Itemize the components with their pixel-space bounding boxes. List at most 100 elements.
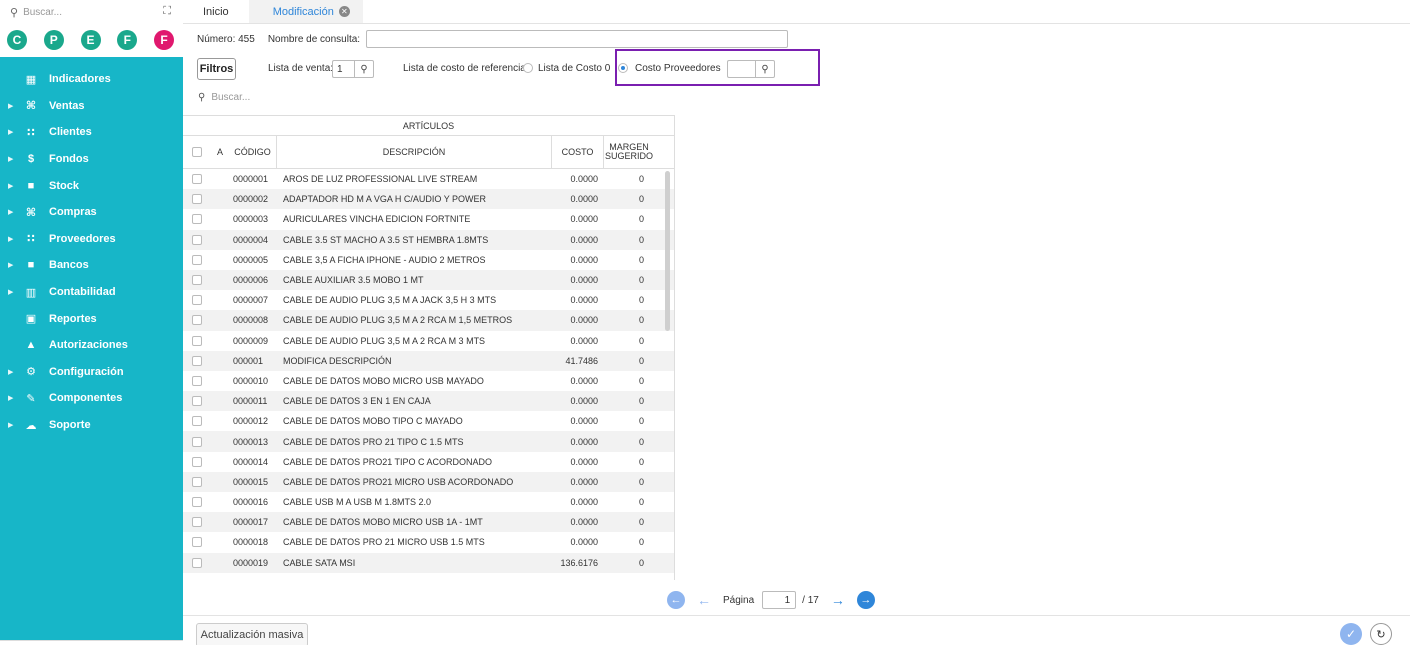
row-checkbox[interactable] bbox=[192, 416, 202, 427]
actualizacion-masiva-button[interactable]: Actualización masiva bbox=[196, 623, 308, 645]
sidebar-item-clientes[interactable]: ▶ ∷ Clientes bbox=[0, 119, 183, 146]
first-page-button[interactable]: ← bbox=[667, 591, 685, 609]
table-row[interactable]: 0000002 ADAPTADOR HD M A VGA H C/AUDIO Y … bbox=[183, 189, 674, 210]
table-row[interactable]: 0000009 CABLE DE AUDIO PLUG 3,5 M A 2 RCA… bbox=[183, 331, 674, 351]
row-checkbox[interactable] bbox=[192, 295, 202, 306]
table-row[interactable]: 0000005 CABLE 3,5 A FICHA IPHONE - AUDIO … bbox=[183, 250, 674, 270]
table-row[interactable]: 0000008 CABLE DE AUDIO PLUG 3,5 M A 2 RCA… bbox=[183, 310, 674, 331]
row-checkbox[interactable] bbox=[192, 315, 202, 326]
row-checkbox-cell[interactable] bbox=[183, 331, 211, 351]
refresh-button[interactable]: ↻ bbox=[1370, 623, 1392, 645]
avatar-2[interactable]: E bbox=[80, 30, 101, 50]
next-page-button[interactable]: → bbox=[831, 592, 845, 608]
last-page-button[interactable]: → bbox=[856, 591, 875, 609]
row-checkbox[interactable] bbox=[192, 355, 202, 366]
close-tab-icon[interactable]: ✕ bbox=[338, 6, 350, 17]
sidebar-item-bancos[interactable]: ▶ ■ Bancos bbox=[0, 252, 183, 279]
avatar-1[interactable]: P bbox=[43, 30, 64, 50]
table-row[interactable]: 0000007 CABLE DE AUDIO PLUG 3,5 M A JACK … bbox=[183, 290, 674, 310]
select-all-checkbox[interactable] bbox=[192, 147, 202, 157]
row-checkbox-cell[interactable] bbox=[183, 351, 211, 371]
row-checkbox[interactable] bbox=[192, 497, 202, 508]
sidebar-item-contabilidad[interactable]: ▶ ▥ Contabilidad bbox=[0, 279, 183, 306]
col-codigo[interactable]: CÓDIGO bbox=[229, 136, 277, 168]
row-checkbox[interactable] bbox=[192, 456, 202, 467]
row-checkbox[interactable] bbox=[192, 214, 202, 225]
table-row[interactable]: 0000012 CABLE DE DATOS MOBO TIPO C MAYADO… bbox=[183, 411, 674, 431]
avatar-3[interactable]: F bbox=[117, 30, 138, 50]
sidebar-item-configuracin[interactable]: ▶ ⚙ Configuración bbox=[0, 359, 183, 386]
lista-venta-search-button[interactable]: ⚲ bbox=[354, 60, 374, 78]
sidebar-search[interactable]: ⚲ Buscar... ⛶ bbox=[0, 0, 183, 24]
table-row[interactable]: 0000001 AROS DE LUZ PROFESSIONAL LIVE STR… bbox=[183, 169, 674, 189]
row-checkbox[interactable] bbox=[192, 254, 202, 265]
tab-inicio[interactable]: Inicio bbox=[183, 0, 249, 23]
table-row[interactable]: 0000018 CABLE DE DATOS PRO 21 MICRO USB 1… bbox=[183, 532, 674, 552]
table-search-placeholder[interactable]: Buscar... bbox=[211, 92, 250, 103]
row-checkbox[interactable] bbox=[192, 396, 202, 407]
row-checkbox-cell[interactable] bbox=[183, 532, 211, 552]
table-row[interactable]: 0000017 CABLE DE DATOS MOBO MICRO USB 1A … bbox=[183, 512, 674, 533]
row-checkbox[interactable] bbox=[192, 537, 202, 548]
table-row[interactable]: 0000013 CABLE DE DATOS PRO 21 TIPO C 1.5 … bbox=[183, 431, 674, 452]
table-row[interactable]: 0000016 CABLE USB M A USB M 1.8MTS 2.0 0.0… bbox=[183, 492, 674, 512]
sidebar-search-placeholder[interactable]: Buscar... bbox=[23, 7, 62, 18]
row-checkbox[interactable] bbox=[192, 557, 202, 568]
table-row[interactable]: 0000011 CABLE DE DATOS 3 EN 1 EN CAJA 0.00… bbox=[183, 391, 674, 412]
row-checkbox-cell[interactable] bbox=[183, 431, 211, 451]
table-row[interactable]: 0000010 CABLE DE DATOS MOBO MICRO USB MAY… bbox=[183, 371, 674, 391]
lista-venta-input[interactable]: 1 bbox=[332, 60, 354, 78]
col-a[interactable]: A bbox=[211, 136, 229, 168]
page-input[interactable]: 1 bbox=[762, 591, 797, 609]
row-checkbox[interactable] bbox=[192, 375, 202, 386]
row-checkbox[interactable] bbox=[192, 517, 202, 528]
row-checkbox-cell[interactable] bbox=[183, 250, 211, 270]
row-checkbox-cell[interactable] bbox=[183, 310, 211, 330]
row-checkbox[interactable] bbox=[192, 436, 202, 447]
row-checkbox-cell[interactable] bbox=[183, 411, 211, 431]
nombre-consulta-input[interactable] bbox=[366, 30, 789, 48]
avatar-0[interactable]: C bbox=[7, 30, 27, 50]
row-checkbox-cell[interactable] bbox=[183, 270, 211, 290]
tab-modificacion[interactable]: Modificación ✕ bbox=[248, 0, 363, 23]
row-checkbox-cell[interactable] bbox=[183, 452, 211, 472]
row-checkbox[interactable] bbox=[192, 234, 202, 245]
row-checkbox-cell[interactable] bbox=[183, 189, 211, 209]
row-checkbox-cell[interactable] bbox=[183, 230, 211, 250]
col-costo[interactable]: COSTO bbox=[552, 136, 604, 168]
row-checkbox[interactable] bbox=[192, 194, 202, 205]
sidebar-item-proveedores[interactable]: ▶ ∷ Proveedores bbox=[0, 226, 183, 253]
prev-page-button[interactable]: ← bbox=[697, 592, 711, 608]
radio-lista-costo-0[interactable] bbox=[523, 63, 533, 73]
row-checkbox-cell[interactable] bbox=[183, 290, 211, 310]
table-row[interactable]: 0000015 CABLE DE DATOS PRO21 MICRO USB AC… bbox=[183, 471, 674, 492]
sidebar-item-reportes[interactable]: ▣ Reportes bbox=[0, 305, 183, 332]
sidebar-item-fondos[interactable]: ▶ $ Fondos bbox=[0, 146, 183, 173]
table-row[interactable]: 0000006 CABLE AUXILIAR 3.5 MOBO 1 MT 0.000… bbox=[183, 269, 674, 291]
row-checkbox-cell[interactable] bbox=[183, 169, 211, 189]
sidebar-item-autorizaciones[interactable]: ▲ Autorizaciones bbox=[0, 332, 183, 359]
sidebar-item-compras[interactable]: ▶ ⌘ Compras bbox=[0, 199, 183, 226]
sidebar-item-componentes[interactable]: ▶ ✎ Componentes bbox=[0, 385, 183, 412]
sidebar-item-ventas[interactable]: ▶ ⌘ Ventas bbox=[0, 93, 183, 120]
table-row[interactable]: 0000014 CABLE DE DATOS PRO21 TIPO C ACORD… bbox=[183, 452, 674, 472]
row-checkbox-cell[interactable] bbox=[183, 391, 211, 411]
row-checkbox[interactable] bbox=[192, 476, 202, 487]
sidebar-item-stock[interactable]: ▶ ■ Stock bbox=[0, 172, 183, 199]
select-all-cell[interactable] bbox=[183, 136, 211, 168]
table-scrollbar[interactable] bbox=[665, 171, 670, 331]
col-descripcion[interactable]: DESCRIPCIÓN bbox=[277, 136, 552, 168]
row-checkbox[interactable] bbox=[192, 275, 202, 286]
expand-icon[interactable]: ⛶ bbox=[163, 5, 171, 18]
row-checkbox-cell[interactable] bbox=[183, 553, 211, 573]
table-row[interactable]: 000001 MODIFICA DESCRIPCIÓN 41.7486 0 bbox=[183, 350, 674, 371]
avatar-4[interactable]: F bbox=[154, 30, 174, 50]
row-checkbox-cell[interactable] bbox=[183, 209, 211, 229]
row-checkbox[interactable] bbox=[192, 335, 202, 346]
row-checkbox-cell[interactable] bbox=[183, 512, 211, 532]
sidebar-item-soporte[interactable]: ▶ ☁ Soporte bbox=[0, 412, 183, 439]
table-search[interactable]: ⚲ Buscar... bbox=[198, 92, 250, 103]
row-checkbox-cell[interactable] bbox=[183, 472, 211, 492]
col-margen[interactable]: MARGEN SUGERIDO bbox=[604, 136, 654, 168]
filtros-button[interactable]: Filtros bbox=[197, 58, 236, 80]
